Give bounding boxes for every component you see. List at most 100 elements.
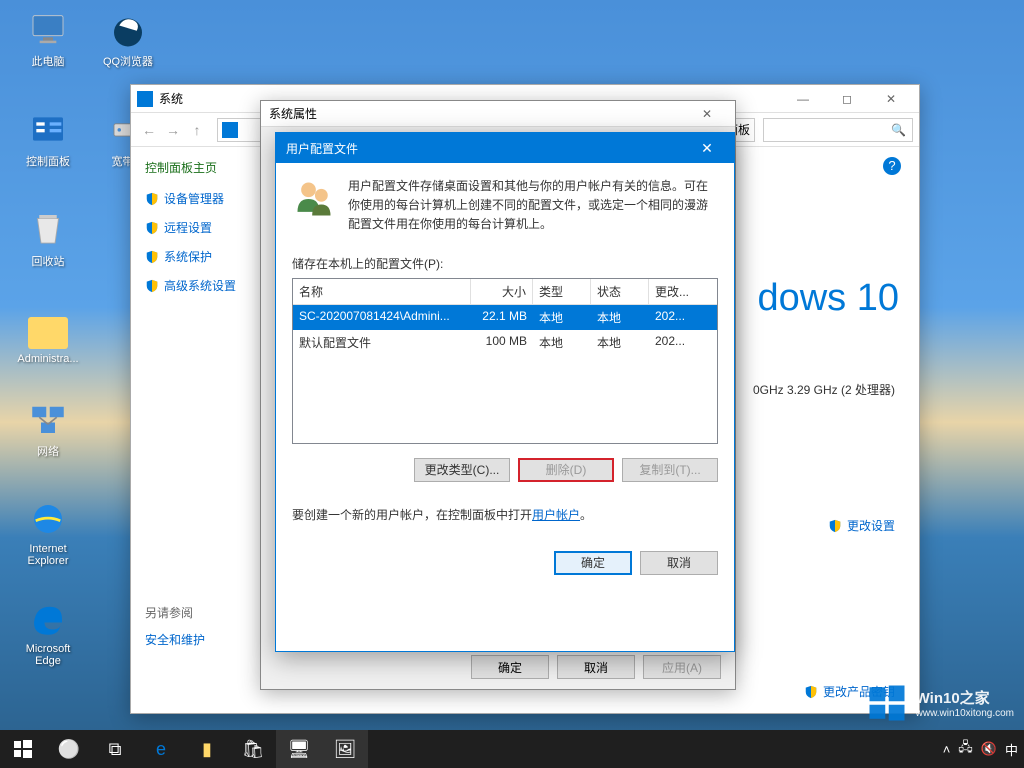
tray-network-icon[interactable]: 🖧 xyxy=(958,738,973,760)
sidebar-item-security[interactable]: 安全和维护 xyxy=(145,631,257,648)
address-icon xyxy=(222,122,238,138)
ok-button[interactable]: 确定 xyxy=(471,655,549,679)
window-title: 系统 xyxy=(159,90,183,107)
desktop-icon-this-pc[interactable]: 此电脑 xyxy=(12,8,84,69)
help-icon[interactable]: ? xyxy=(883,157,901,175)
watermark-title: Win10之家 xyxy=(916,687,1014,708)
back-button[interactable]: ← xyxy=(137,118,161,142)
taskbar-running-2[interactable]: 🖼 xyxy=(322,730,368,768)
ok-button[interactable]: 确定 xyxy=(554,551,632,575)
up-button[interactable]: ↑ xyxy=(185,118,209,142)
tray-ime-icon[interactable]: 中 xyxy=(1005,740,1018,759)
tray-volume-icon[interactable]: 🔇 xyxy=(981,741,997,757)
task-view-icon: ⧉ xyxy=(109,739,122,760)
folder-icon: ▮ xyxy=(202,739,212,760)
up-body: 用户配置文件存储桌面设置和其他与你的用户帐户有关的信息。可在你使用的每台计算机上… xyxy=(276,163,734,589)
icon-label: Administra... xyxy=(12,353,84,365)
col-type[interactable]: 类型 xyxy=(533,279,591,304)
shield-icon xyxy=(145,250,159,264)
taskbar-edge[interactable]: e xyxy=(138,730,184,768)
close-button[interactable]: ✕ xyxy=(687,107,727,121)
desktop-icon-edge[interactable]: Microsoft Edge xyxy=(12,598,84,667)
taskbar-search[interactable]: ⚪ xyxy=(46,730,92,768)
props-titlebar[interactable]: 系统属性 ✕ xyxy=(261,101,735,127)
ie-icon xyxy=(27,498,69,540)
up-description: 用户配置文件存储桌面设置和其他与你的用户帐户有关的信息。可在你使用的每台计算机上… xyxy=(348,177,718,235)
cpu-spec: 0GHz 3.29 GHz (2 处理器) xyxy=(753,381,895,398)
close-button[interactable]: ✕ xyxy=(690,133,724,163)
shield-icon xyxy=(145,279,159,293)
pc-icon xyxy=(27,8,69,50)
shield-icon xyxy=(145,192,159,206)
apply-button[interactable]: 应用(A) xyxy=(643,655,721,679)
icon-label: 控制面板 xyxy=(12,153,84,169)
desktop-icon-recycle-bin[interactable]: 回收站 xyxy=(12,208,84,269)
sidebar-title: 控制面板主页 xyxy=(145,159,257,176)
desktop-icon-control-panel[interactable]: 控制面板 xyxy=(12,108,84,169)
sidebar-item-device-manager[interactable]: 设备管理器 xyxy=(145,190,257,207)
desktop-icon-administrator[interactable]: Administra... xyxy=(12,308,84,365)
profiles-table[interactable]: 名称 大小 类型 状态 更改... SC-202007081424\Admini… xyxy=(292,278,718,444)
user-profiles-dialog: 用户配置文件 ✕ 用户配置文件存储桌面设置和其他与你的用户帐户有关的信息。可在你… xyxy=(275,132,735,652)
search-input[interactable]: 🔍 xyxy=(763,118,913,142)
dialog-footer-buttons: 确定 取消 xyxy=(292,551,718,575)
windows-brand: dows 10 xyxy=(757,277,899,320)
tray-chevron-icon[interactable]: ˄ xyxy=(943,742,951,757)
col-size[interactable]: 大小 xyxy=(471,279,533,304)
also-see-title: 另请参阅 xyxy=(145,604,257,621)
window-icon xyxy=(137,91,153,107)
profile-action-buttons: 更改类型(C)... 删除(D) 复制到(T)... xyxy=(292,458,718,482)
user-profiles-icon xyxy=(292,177,336,221)
copy-to-button[interactable]: 复制到(T)... xyxy=(622,458,718,482)
maximize-button[interactable]: ◻ xyxy=(825,85,869,113)
network-icon xyxy=(27,398,69,440)
task-view-button[interactable]: ⧉ xyxy=(92,730,138,768)
search-icon: ⚪ xyxy=(58,739,80,760)
close-button[interactable]: ✕ xyxy=(869,85,913,113)
col-name[interactable]: 名称 xyxy=(293,279,471,304)
icon-label: QQ浏览器 xyxy=(92,53,164,69)
desktop-icon-qq-browser[interactable]: QQ浏览器 xyxy=(92,8,164,69)
profiles-list-label: 储存在本机上的配置文件(P): xyxy=(292,255,718,272)
create-account-text: 要创建一个新的用户帐户，在控制面板中打开用户帐户。 xyxy=(292,506,718,525)
sidebar-item-label: 设备管理器 xyxy=(164,190,224,207)
start-button[interactable] xyxy=(0,730,46,768)
sidebar: 控制面板主页 设备管理器 远程设置 系统保护 高级系统设置 另请参阅 xyxy=(131,147,271,713)
table-row[interactable]: 默认配置文件 100 MB 本地 本地 202... xyxy=(293,330,717,355)
sidebar-item-label: 系统保护 xyxy=(164,248,212,265)
sidebar-item-advanced[interactable]: 高级系统设置 xyxy=(145,277,257,294)
taskbar-running-1[interactable]: 🖥 xyxy=(276,730,322,768)
cancel-button[interactable]: 取消 xyxy=(557,655,635,679)
props-buttons: 确定 取消 应用(A) xyxy=(471,655,721,679)
desktop-icon-network[interactable]: 网络 xyxy=(12,398,84,459)
table-header: 名称 大小 类型 状态 更改... xyxy=(293,279,717,305)
forward-button[interactable]: → xyxy=(161,118,185,142)
watermark-url: www.win10xitong.com xyxy=(916,708,1014,719)
shield-icon xyxy=(828,519,842,533)
cancel-button[interactable]: 取消 xyxy=(640,551,718,575)
up-titlebar[interactable]: 用户配置文件 ✕ xyxy=(276,133,734,163)
desktop-icon-ie[interactable]: Internet Explorer xyxy=(12,498,84,567)
change-type-button[interactable]: 更改类型(C)... xyxy=(414,458,510,482)
icon-label: 此电脑 xyxy=(12,53,84,69)
sidebar-item-protection[interactable]: 系统保护 xyxy=(145,248,257,265)
col-modified[interactable]: 更改... xyxy=(649,279,707,304)
search-icon: 🔍 xyxy=(891,123,906,137)
app-icon: 🖼 xyxy=(334,739,357,760)
sidebar-item-remote[interactable]: 远程设置 xyxy=(145,219,257,236)
taskbar-file-explorer[interactable]: ▮ xyxy=(184,730,230,768)
control-panel-icon xyxy=(27,108,69,150)
desktop: 此电脑 QQ浏览器 控制面板 宽带连 回收站 Administra... 网络 xyxy=(0,0,1024,768)
minimize-button[interactable]: — xyxy=(781,85,825,113)
col-state[interactable]: 状态 xyxy=(591,279,649,304)
icon-label: 网络 xyxy=(12,443,84,459)
sidebar-item-label: 高级系统设置 xyxy=(164,277,236,294)
sidebar-item-label: 安全和维护 xyxy=(145,631,205,648)
recycle-bin-icon xyxy=(27,208,69,250)
table-row-selected[interactable]: SC-202007081424\Admini... 22.1 MB 本地 本地 … xyxy=(293,305,717,330)
taskbar: ⚪ ⧉ e ▮ 🛍 🖥 🖼 ˄ 🖧 🔇 中 xyxy=(0,730,1024,768)
change-settings-link[interactable]: 更改设置 xyxy=(828,517,895,534)
delete-button[interactable]: 删除(D) xyxy=(518,458,614,482)
user-accounts-link[interactable]: 用户帐户 xyxy=(532,508,580,522)
taskbar-store[interactable]: 🛍 xyxy=(230,730,276,768)
